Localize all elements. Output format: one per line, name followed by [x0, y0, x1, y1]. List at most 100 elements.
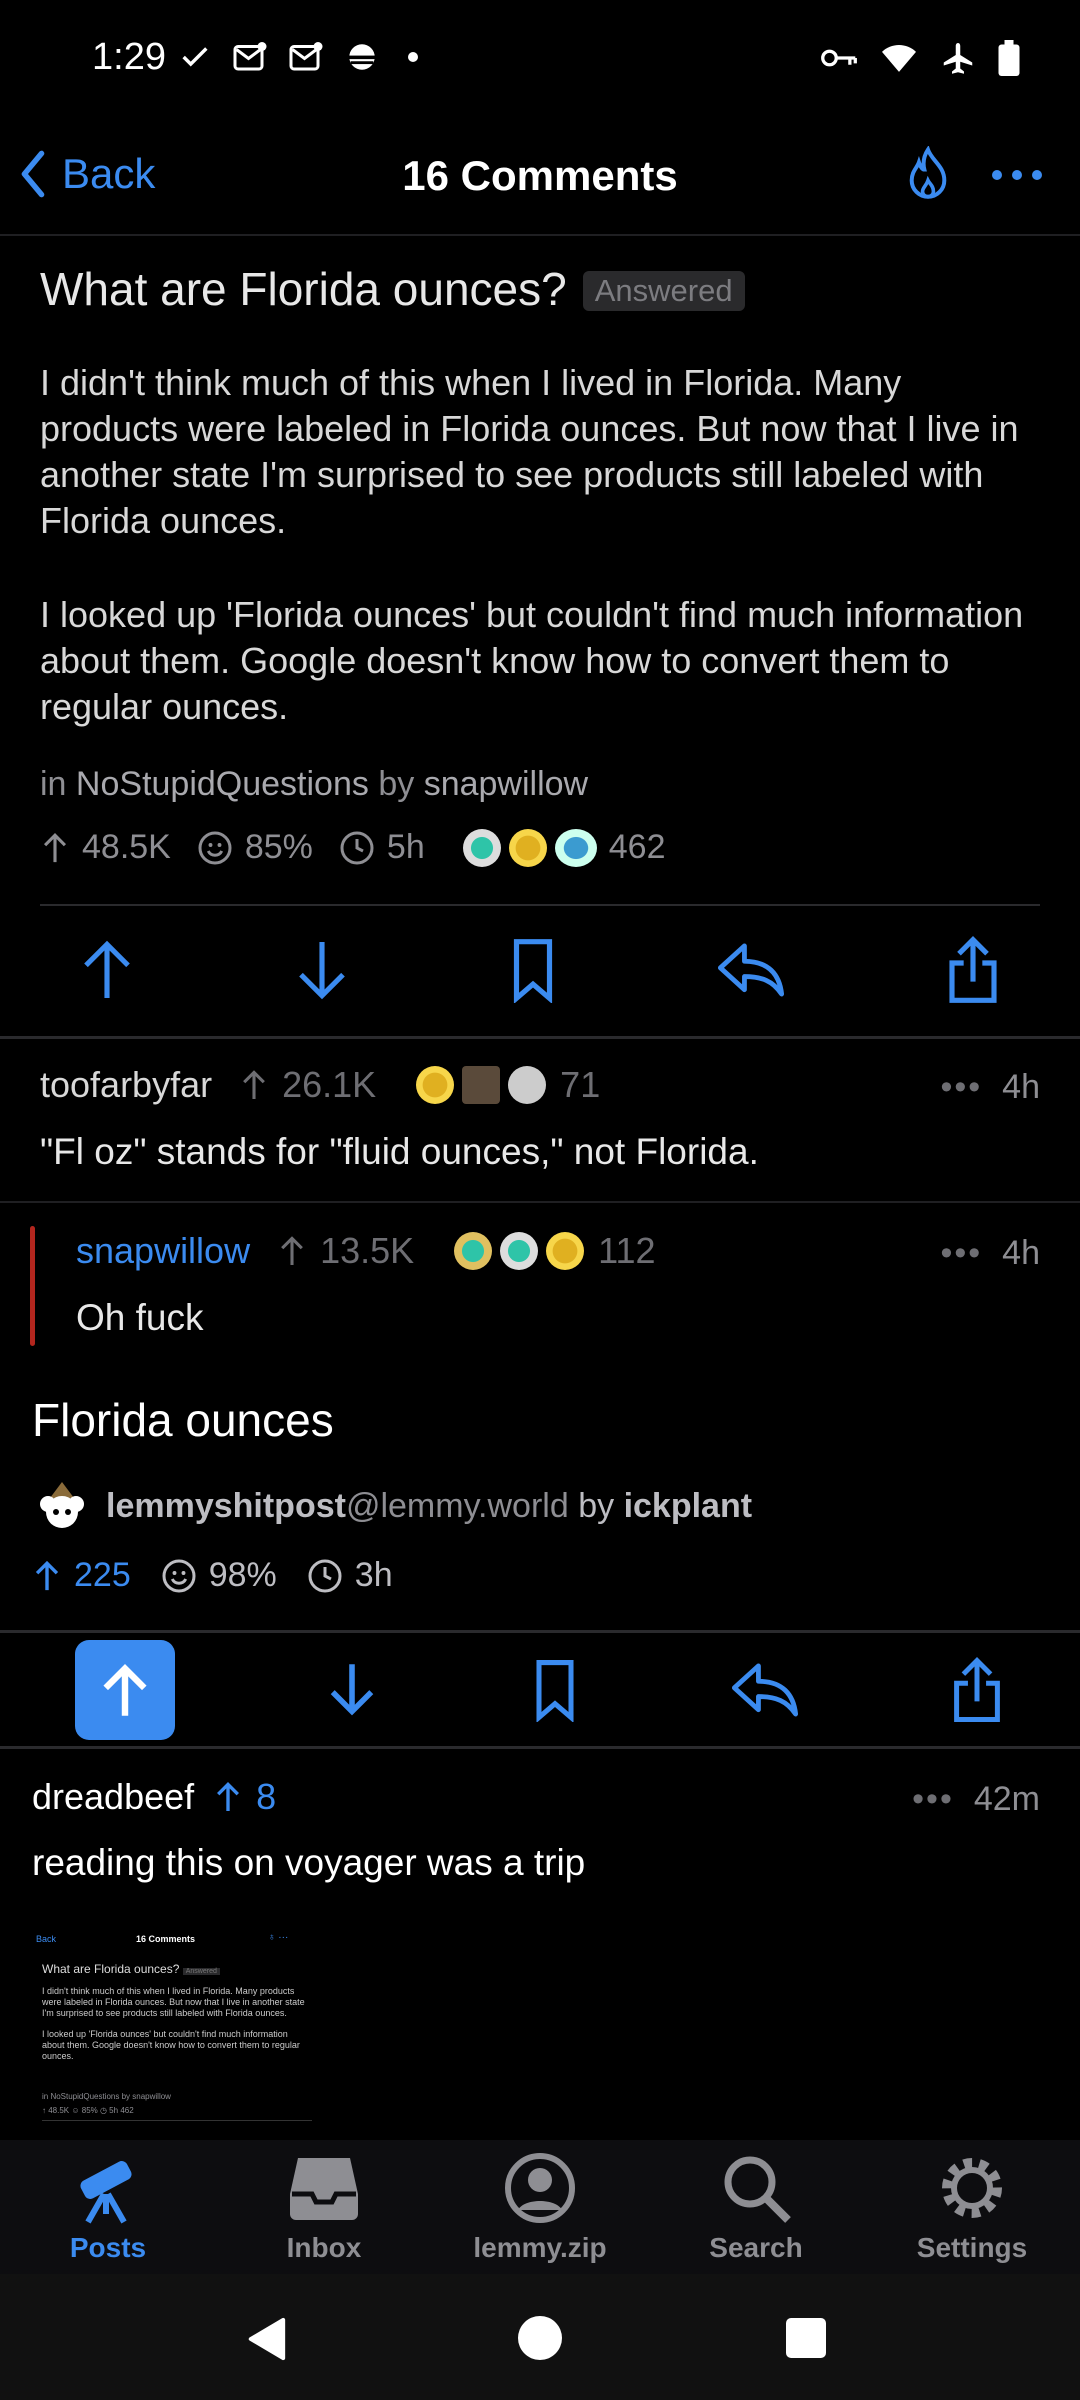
crosspost-score: 225	[74, 1556, 131, 1594]
post-title-text: What are Florida ounces?	[40, 263, 567, 315]
reply-button[interactable]	[730, 1661, 800, 1719]
comment-score: 13.5K	[320, 1230, 415, 1271]
share-button[interactable]	[949, 1656, 1005, 1724]
reply-button[interactable]	[716, 940, 786, 1000]
downvote-button[interactable]	[324, 1660, 380, 1720]
thumb-post-title-text: What are Florida ounces?	[42, 1962, 180, 1976]
tab-label: Posts	[69, 2232, 147, 2263]
crosspost-title[interactable]: Florida ounces	[32, 1393, 334, 1447]
upvote-button[interactable]	[79, 937, 135, 1003]
award-count: 462	[608, 828, 666, 866]
recents-square-icon[interactable]	[786, 2318, 826, 2358]
post-actions	[0, 925, 1080, 1015]
profile-icon	[505, 2153, 575, 2223]
tab-label: Inbox	[286, 2232, 362, 2263]
comment-author[interactable]: snapwillow	[76, 1230, 250, 1272]
back-button[interactable]: Back	[18, 150, 155, 198]
actions-divider	[0, 1036, 1080, 1039]
crosspost-instance: @lemmy.world	[345, 1486, 569, 1525]
crosspost-author[interactable]: ickplant	[624, 1487, 752, 1525]
comment-header: toofarbyfar 26.1K 71	[40, 1064, 600, 1106]
share-button[interactable]	[945, 935, 1001, 1005]
crosspost-community[interactable]: lemmyshitpost	[106, 1487, 346, 1525]
mail-icon-2	[289, 42, 323, 71]
award-count: 112	[598, 1230, 656, 1271]
more-icon[interactable]: •••	[940, 1068, 982, 1107]
thumb-badge: Answered	[182, 1968, 220, 1975]
upvote-button-active[interactable]	[74, 1640, 175, 1740]
award-icon	[462, 1066, 501, 1104]
post-paragraph: I didn't think much of this when I lived…	[40, 362, 1019, 541]
post-body: I didn't think much of this when I lived…	[40, 360, 1040, 778]
comment-age: 42m	[973, 1780, 1040, 1818]
weather-icon	[347, 44, 377, 70]
award-icon	[546, 1232, 585, 1270]
post-stats: 48.5K 85% 5h 462	[40, 828, 665, 867]
thumb-actions-icon: ♁ ···	[268, 1932, 289, 1943]
thread-line	[30, 1226, 35, 1346]
award-icon	[454, 1232, 493, 1270]
crosspost-age: 3h	[354, 1556, 393, 1594]
tab-label: lemmy.zip	[473, 2232, 607, 2263]
tab-profile[interactable]: lemmy.zip	[432, 2150, 648, 2264]
tab-inbox[interactable]: Inbox	[216, 2150, 432, 2264]
tab-search[interactable]: Search	[648, 2150, 864, 2264]
more-icon[interactable]: •••	[912, 1780, 954, 1819]
comment-divider	[0, 1201, 1080, 1203]
comment-time: ••• 4h	[940, 1068, 1040, 1107]
check-icon	[182, 47, 208, 67]
bookmark-button[interactable]	[530, 1658, 580, 1722]
thumb-paragraph: I didn't think much of this when I lived…	[42, 1986, 305, 2018]
comment-score: 26.1K	[282, 1064, 377, 1105]
comment-author[interactable]: toofarbyfar	[40, 1064, 212, 1106]
wifi-icon	[882, 45, 916, 72]
mail-icon	[233, 42, 267, 71]
comment-time: ••• 42m	[912, 1780, 1040, 1819]
upvote-ratio: 85%	[244, 828, 313, 866]
screenshot-thumbnail[interactable]: Back 16 Comments ♁ ··· What are Florida …	[32, 1920, 322, 2140]
header-divider	[0, 234, 1080, 236]
tab-label: Search	[709, 2232, 803, 2263]
home-circle-icon[interactable]	[518, 2316, 562, 2360]
comment-time: ••• 4h	[940, 1234, 1040, 1273]
award-icon	[554, 828, 597, 867]
status-time: 1:29	[92, 36, 166, 78]
thumb-body: I didn't think much of this when I lived…	[42, 1986, 312, 2062]
arrow-up-icon	[243, 1070, 265, 1099]
vpn-key-icon	[821, 49, 857, 67]
tab-settings[interactable]: Settings	[864, 2150, 1080, 2264]
downvote-button[interactable]	[294, 937, 350, 1003]
airplane-icon	[943, 43, 973, 74]
thumb-meta: in NoStupidQuestions by snapwillow	[42, 2092, 171, 2101]
chevron-left-icon	[21, 150, 45, 198]
community-link[interactable]: NoStupidQuestions	[76, 765, 369, 803]
actions-divider	[0, 1746, 1080, 1749]
tab-posts[interactable]: Posts	[0, 2150, 216, 2264]
more-icon[interactable]	[990, 146, 1044, 204]
comment-text: Oh fuck	[76, 1297, 204, 1338]
more-icon[interactable]: •••	[940, 1234, 982, 1273]
thumb-post-title: What are Florida ounces? Answered	[42, 1962, 220, 1976]
bookmark-button[interactable]	[508, 937, 558, 1003]
post-title: What are Florida ounces? Answered	[40, 262, 745, 316]
comment-text: "Fl oz" stands for "fluid ounces," not F…	[40, 1131, 759, 1172]
awards	[454, 1232, 585, 1270]
arrow-up-icon	[217, 1782, 240, 1811]
awards	[462, 828, 597, 867]
post-age: 5h	[386, 828, 425, 866]
thumb-paragraph: I looked up 'Florida ounces' but couldn'…	[42, 2029, 300, 2061]
back-triangle-icon[interactable]	[244, 2316, 288, 2362]
telescope-icon	[80, 2161, 132, 2224]
crosspost-meta: lemmyshitpost@lemmy.world by ickplant	[32, 1480, 752, 1532]
flame-sort-icon[interactable]	[906, 146, 950, 204]
comment-author[interactable]: dreadbeef	[32, 1776, 194, 1818]
author-link[interactable]: snapwillow	[424, 765, 588, 803]
clock-icon	[308, 1559, 342, 1592]
thumb-award-count: 462	[120, 2106, 134, 2115]
comment-age: 4h	[1002, 1068, 1040, 1106]
award-icon	[508, 828, 547, 867]
award-icon	[508, 1066, 547, 1104]
smiley-icon	[198, 831, 232, 864]
award-icon	[462, 828, 501, 867]
in-label: in	[40, 765, 67, 803]
